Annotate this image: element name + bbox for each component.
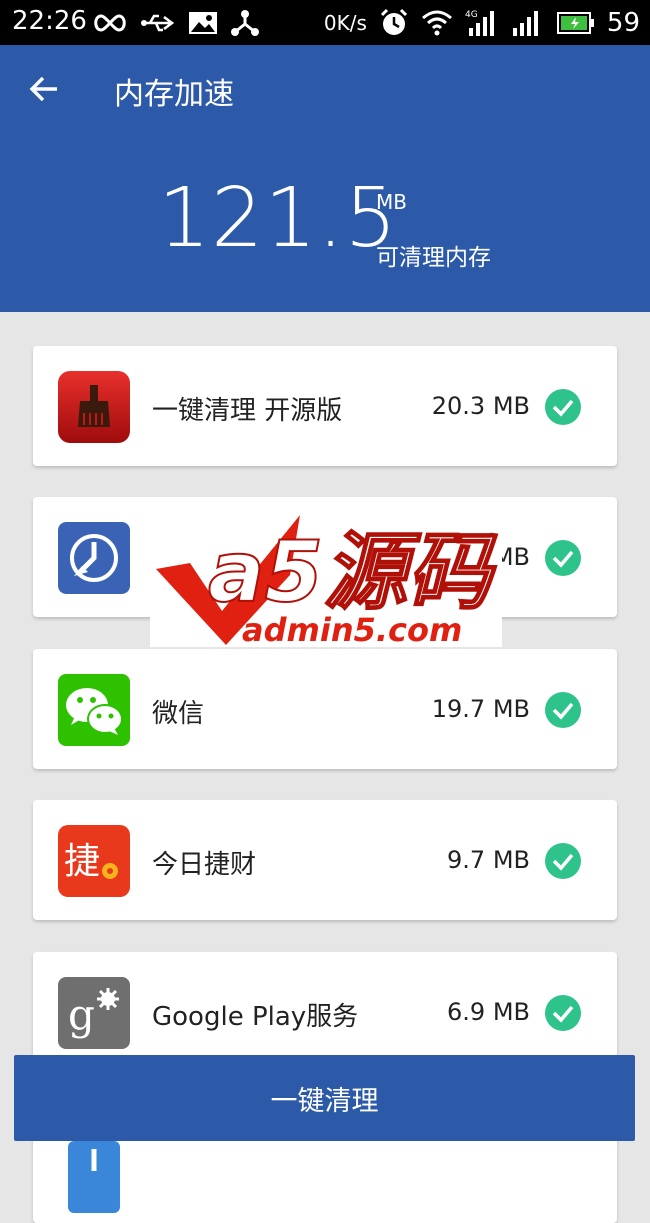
- google-play-services-app-icon: g: [58, 977, 130, 1049]
- battery-charging-icon: [556, 12, 594, 34]
- check-circle-icon[interactable]: [545, 843, 581, 879]
- memory-value: 121.5: [158, 171, 398, 266]
- jinrijiecai-app-icon: 捷: [58, 825, 130, 897]
- download-app-icon: [58, 1141, 130, 1213]
- arrow-left-icon: [29, 76, 57, 102]
- check-circle-icon[interactable]: [545, 389, 581, 425]
- app-name: 微信: [152, 699, 205, 729]
- alarm-icon: [380, 8, 407, 35]
- signal-icon: [512, 11, 538, 36]
- memory-summary: 121.5 MB 可清理内存: [0, 132, 650, 312]
- watermark-brand: a5源码: [208, 523, 498, 621]
- list-item[interactable]: 一键清理 开源版 20.3 MB: [33, 346, 617, 466]
- app-name: Google Play服务: [152, 1002, 359, 1032]
- app-name: 一键清理 开源版: [152, 396, 343, 426]
- signal-4g-icon: 4G: [465, 10, 494, 36]
- page-title: 内存加速: [114, 77, 234, 112]
- check-circle-icon[interactable]: [545, 540, 581, 576]
- status-bar: 22:26 0K/s 4G 59: [0, 0, 650, 45]
- watermark-domain: admin5.com: [242, 611, 462, 647]
- list-item[interactable]: 捷 今日捷财 9.7 MB: [33, 800, 617, 920]
- back-button[interactable]: [24, 69, 64, 109]
- infinity-icon: [94, 14, 126, 32]
- app-bar: 内存加速: [0, 45, 650, 132]
- status-time: 22:26: [12, 6, 87, 36]
- list-item[interactable]: 微信 19.7 MB: [33, 649, 617, 769]
- wifi-icon: [421, 10, 452, 36]
- net-speed: 0K/s: [323, 11, 367, 35]
- share-icon: [231, 10, 259, 36]
- app-size: 19.7 MB: [431, 695, 530, 723]
- app-size: 6.9 MB: [447, 998, 530, 1026]
- usb-icon: [141, 14, 175, 32]
- app-size: 9.7 MB: [447, 846, 530, 874]
- battery-level: 59: [606, 8, 640, 38]
- wechat-app-icon: [58, 674, 130, 746]
- image-icon: [189, 12, 217, 34]
- list-item[interactable]: g Google Play服务 6.9 MB: [33, 952, 617, 1072]
- svg-text:g: g: [68, 990, 95, 1039]
- app-size: 20.3 MB: [431, 392, 530, 420]
- clean-all-button[interactable]: 一键清理: [14, 1055, 635, 1141]
- check-circle-icon[interactable]: [545, 995, 581, 1031]
- memory-label: 可清理内存: [376, 245, 491, 271]
- memory-unit: MB: [376, 190, 407, 214]
- app-name: 今日捷财: [152, 850, 257, 880]
- check-circle-icon[interactable]: [545, 692, 581, 728]
- svg-text:4G: 4G: [465, 10, 478, 20]
- clean-master-app-icon: [58, 522, 130, 594]
- svg-text:捷: 捷: [64, 841, 100, 882]
- watermark: a5源码 admin5.com: [150, 515, 502, 649]
- cleaner-app-icon: [58, 371, 130, 443]
